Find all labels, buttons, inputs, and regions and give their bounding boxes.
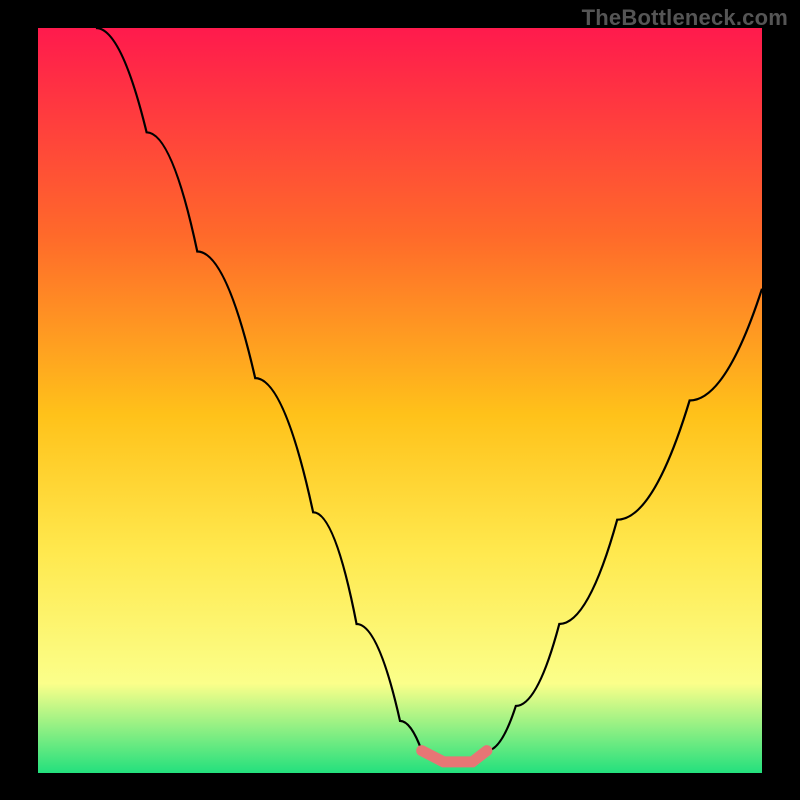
chart-svg	[0, 0, 800, 800]
chart-container: TheBottleneck.com	[0, 0, 800, 800]
plot-area	[38, 28, 762, 773]
watermark-text: TheBottleneck.com	[582, 5, 788, 31]
